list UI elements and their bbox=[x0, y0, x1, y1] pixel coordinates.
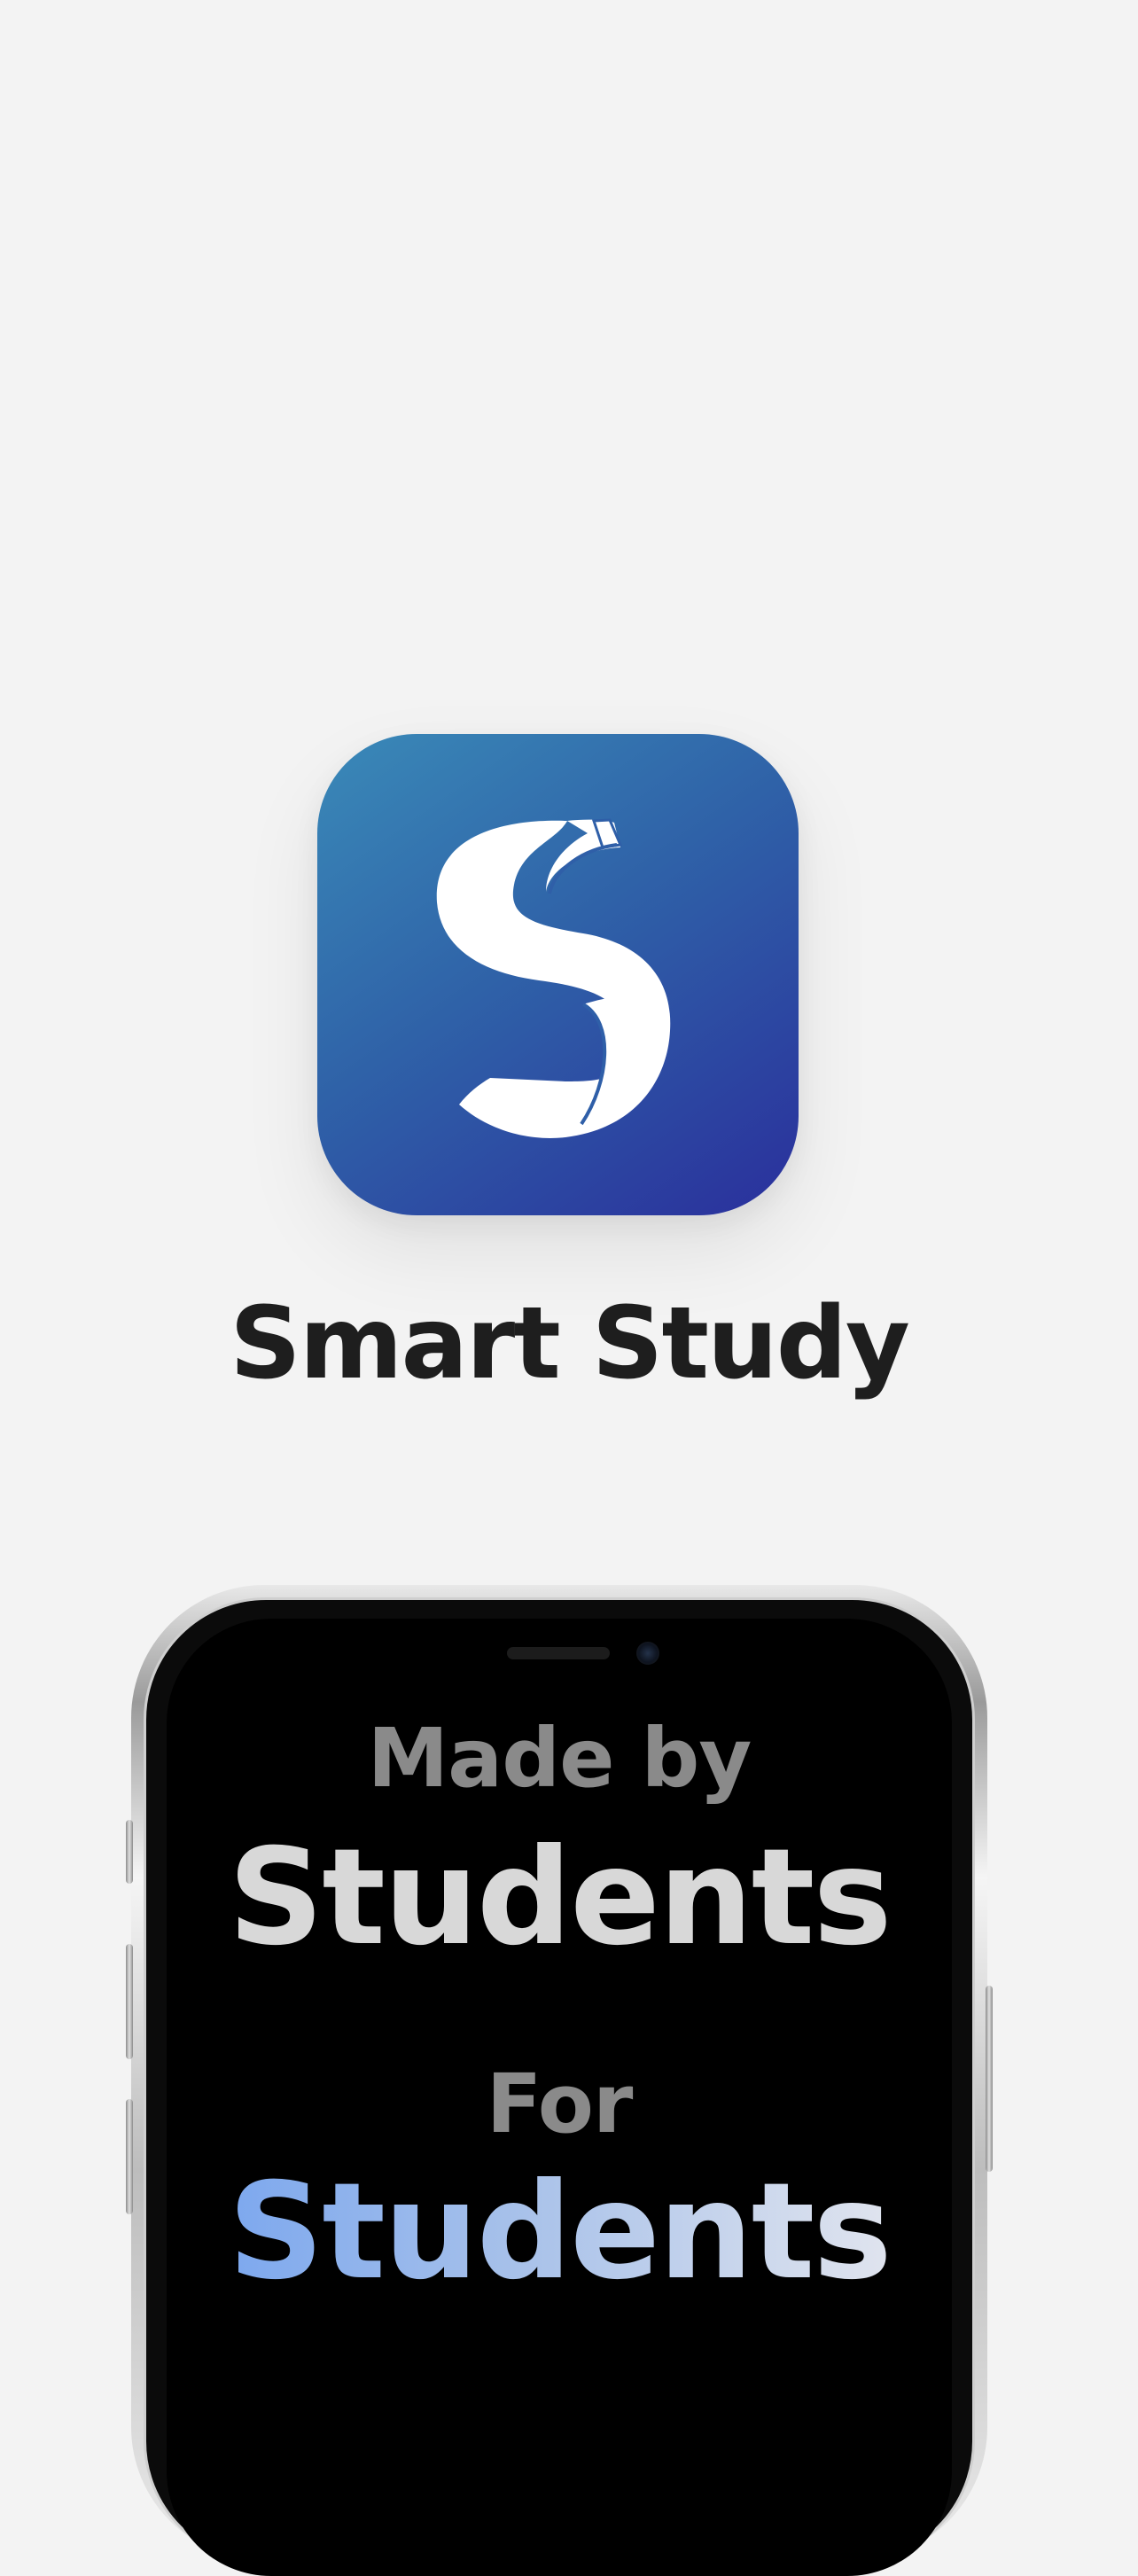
speaker-grille-icon bbox=[507, 1647, 610, 1659]
front-camera-icon bbox=[636, 1642, 659, 1665]
tagline-for: For bbox=[486, 2057, 634, 2151]
tagline-students-2: Students bbox=[131, 2166, 987, 2299]
tagline-students-1: Students bbox=[228, 1821, 892, 1975]
s-logo-icon bbox=[436, 818, 671, 1138]
app-name: Smart Study bbox=[230, 1286, 910, 1401]
tagline-students-2-text: Students bbox=[228, 2155, 892, 2309]
phone-mockup: Made by Students For Students bbox=[126, 1585, 993, 2576]
app-icon[interactable] bbox=[317, 734, 799, 1215]
tagline-made-by: Made by bbox=[367, 1711, 752, 1806]
